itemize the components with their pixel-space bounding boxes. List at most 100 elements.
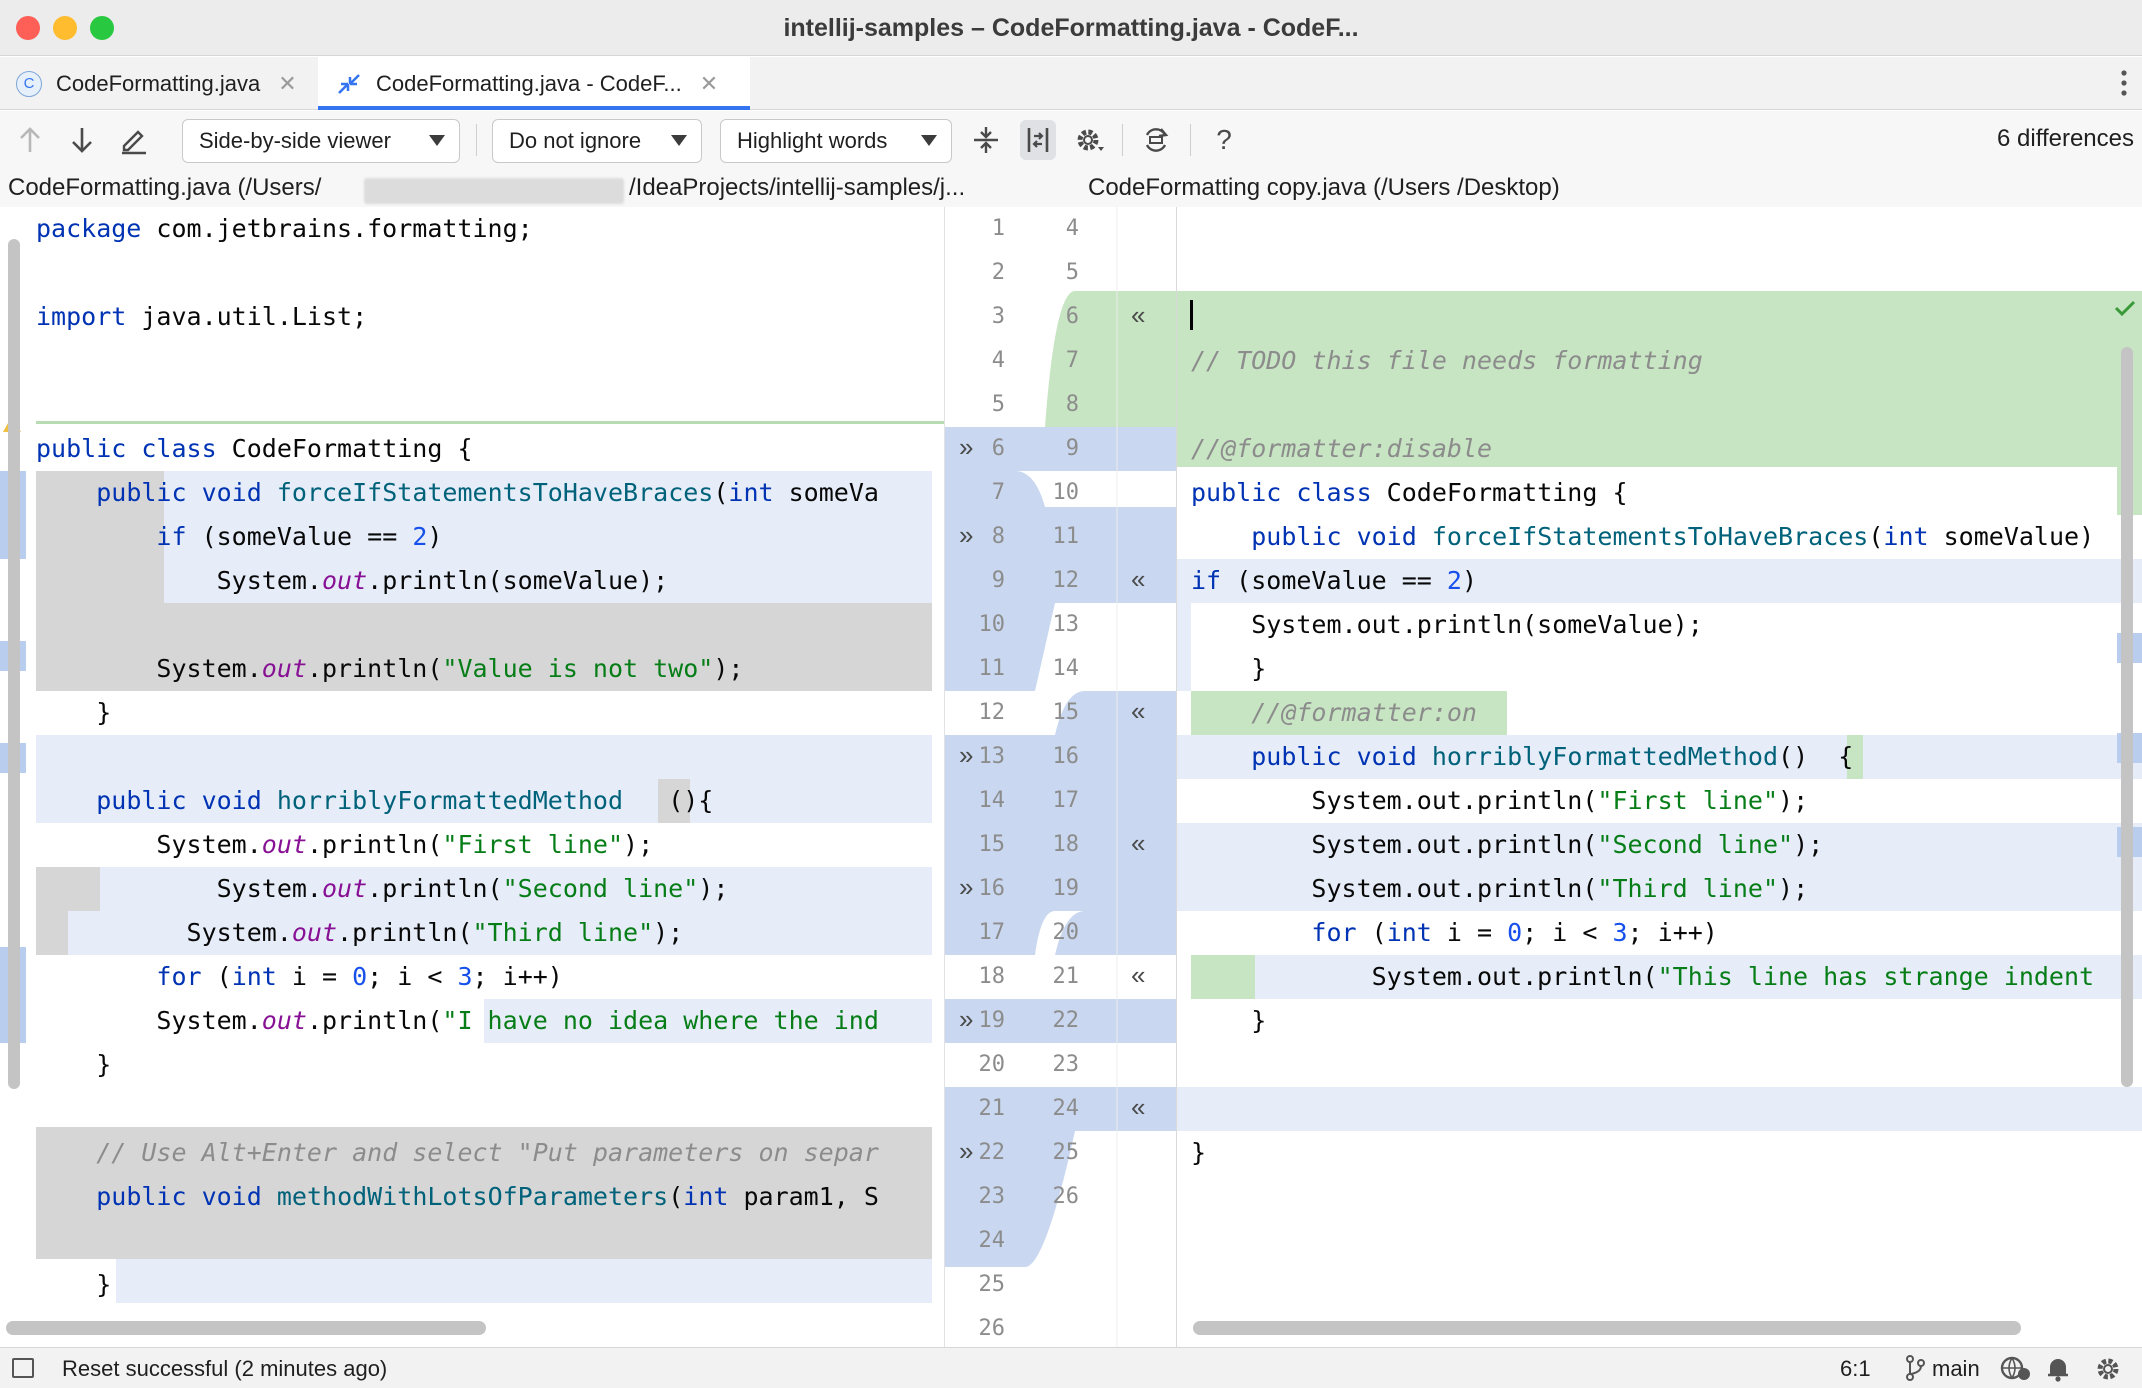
code-line[interactable]: } (36, 1043, 111, 1087)
code-line[interactable]: System.out.println("First line"); (1191, 779, 1808, 823)
left-editor[interactable]: package com.jetbrains.formatting; import … (0, 207, 944, 1347)
right-line-number: 12 (1052, 568, 1080, 593)
toolbar-separator (1190, 124, 1191, 156)
code-token: "I have no idea where the ind (442, 1006, 879, 1035)
modified-line-highlight (1177, 603, 1191, 691)
diff-icon (336, 71, 362, 97)
close-tab-icon[interactable]: ✕ (278, 71, 296, 97)
code-token: ); (1778, 786, 1809, 815)
code-token: () { (1778, 742, 1854, 771)
code-line[interactable]: public void horriblyFormattedMethod() { (1191, 735, 1853, 779)
toggle-tool-windows-icon[interactable] (12, 1358, 34, 1378)
active-tab-indicator (318, 106, 750, 110)
code-token: System.out.println( (1191, 786, 1598, 815)
code-line[interactable]: System.out.println("Second line"); (1191, 823, 1823, 867)
right-line-number: 8 (1065, 392, 1079, 417)
edit-source-icon[interactable] (116, 120, 152, 160)
caret-position[interactable]: 6:1 (1840, 1356, 1871, 1382)
right-line-number: 5 (1065, 260, 1079, 285)
code-line[interactable]: System.out.println("This line has strang… (1191, 955, 2094, 999)
right-line-number: 19 (1052, 876, 1080, 901)
code-line[interactable]: package com.jetbrains.formatting; (36, 207, 533, 251)
apply-change-right-button[interactable]: » (959, 997, 973, 1041)
synchronize-scrolling-icon[interactable] (1020, 120, 1056, 160)
notifications-bell-icon[interactable] (2046, 1356, 2070, 1388)
right-vertical-scrollbar[interactable] (2121, 347, 2133, 1087)
compare-refresh-icon[interactable] (1138, 120, 1174, 160)
close-tab-icon[interactable]: ✕ (700, 71, 718, 97)
status-message[interactable]: Reset successful (2 minutes ago) (62, 1356, 387, 1382)
right-editor[interactable]: // TODO this file needs formatting //@for… (1177, 207, 2142, 1347)
code-token: System. (36, 918, 292, 947)
apply-change-left-button[interactable]: « (1131, 689, 1145, 733)
left-line-number: 17 (978, 920, 1006, 945)
previous-difference-icon[interactable] (12, 120, 48, 160)
left-line-number: 12 (978, 700, 1006, 725)
left-vertical-scrollbar[interactable] (8, 239, 20, 1089)
settings-gear-icon[interactable] (1072, 120, 1108, 160)
apply-change-left-button[interactable]: « (1131, 293, 1145, 337)
code-line[interactable]: import java.util.List; (36, 295, 367, 339)
modified-line-highlight (116, 1259, 932, 1303)
code-token: ); (1778, 874, 1809, 903)
code-line[interactable]: System.out.println("Second line"); (36, 867, 729, 911)
left-line-number: 25 (978, 1272, 1006, 1297)
apply-change-left-button[interactable]: « (1131, 953, 1145, 997)
more-options-icon[interactable] (2120, 69, 2128, 102)
code-line[interactable]: } (1191, 1131, 1206, 1175)
code-line[interactable]: } (36, 1263, 111, 1307)
code-line[interactable]: } (1191, 999, 1266, 1043)
code-line[interactable]: public class CodeFormatting { (1191, 471, 1628, 515)
code-line[interactable]: // Use Alt+Enter and select "Put paramet… (36, 1131, 879, 1175)
code-line[interactable]: //@formatter:disable (1191, 427, 1492, 471)
code-line[interactable]: System.out.println(someValue); (1191, 603, 1703, 647)
code-line[interactable]: public void methodWithLotsOfParameters(i… (36, 1175, 879, 1219)
code-line[interactable]: public class CodeFormatting { (36, 427, 473, 471)
code-line[interactable]: } (1191, 647, 1266, 691)
code-line[interactable]: System.out.println("I have no idea where… (36, 999, 879, 1043)
code-line[interactable]: System.out.println("Third line"); (36, 911, 684, 955)
code-token: ) (1461, 566, 1478, 595)
apply-change-right-button[interactable]: » (959, 425, 973, 469)
tab-diff-codeformatting[interactable]: CodeFormatting.java - CodeF... ✕ (318, 57, 750, 110)
code-line[interactable]: System.out.println(someValue); (36, 559, 669, 603)
git-branch-name[interactable]: main (1932, 1356, 1980, 1382)
apply-change-left-button[interactable]: « (1131, 821, 1145, 865)
next-difference-icon[interactable] (64, 120, 100, 160)
code-line[interactable]: for (int i = 0; i < 3; i++) (1191, 911, 1718, 955)
right-horizontal-scrollbar[interactable] (1193, 1321, 2021, 1335)
code-token: System.out.println( (1191, 874, 1598, 903)
code-line[interactable]: } (36, 691, 111, 735)
code-line[interactable]: if (someValue == 2) (36, 515, 442, 559)
apply-change-left-button[interactable]: « (1131, 557, 1145, 601)
inspections-icon[interactable] (2000, 1354, 2032, 1388)
code-line[interactable]: public void forceIfStatementsToHaveBrace… (36, 471, 879, 515)
help-icon[interactable]: ? (1206, 120, 1242, 160)
apply-change-left-button[interactable]: « (1131, 1085, 1145, 1129)
code-token: System.out.println( (1191, 962, 1658, 991)
highlight-mode-select[interactable]: Highlight words (720, 119, 952, 163)
code-token: } (1191, 654, 1267, 683)
code-line[interactable]: if (someValue == 2) (1191, 559, 1477, 603)
apply-change-right-button[interactable]: » (959, 513, 973, 557)
tab-codeformatting-java[interactable]: C CodeFormatting.java ✕ (16, 57, 297, 110)
code-line[interactable]: // TODO this file needs formatting (1191, 339, 1703, 383)
code-line[interactable]: for (int i = 0; i < 3; i++) (36, 955, 562, 999)
code-line[interactable]: public void forceIfStatementsToHaveBrace… (1191, 515, 2094, 559)
left-horizontal-scrollbar[interactable] (6, 1321, 486, 1335)
settings-gear-icon[interactable] (2094, 1355, 2122, 1388)
ignore-whitespace-select[interactable]: Do not ignore (492, 119, 702, 163)
code-line[interactable]: System.out.println("First line"); (36, 823, 653, 867)
left-line-number: 8 (991, 524, 1005, 549)
code-token: ; i++) (1627, 918, 1718, 947)
code-line[interactable]: public void horriblyFormattedMethod (){ (36, 779, 713, 823)
apply-change-right-button[interactable]: » (959, 1129, 973, 1173)
apply-change-right-button[interactable]: » (959, 865, 973, 909)
code-line[interactable]: //@formatter:on (1191, 691, 1477, 735)
apply-change-right-button[interactable]: » (959, 733, 973, 777)
code-line[interactable]: System.out.println("Value is not two"); (36, 647, 743, 691)
collapse-unchanged-icon[interactable] (968, 120, 1004, 160)
code-line[interactable]: System.out.println("Third line"); (1191, 867, 1808, 911)
viewer-mode-select[interactable]: Side-by-side viewer (182, 119, 460, 163)
